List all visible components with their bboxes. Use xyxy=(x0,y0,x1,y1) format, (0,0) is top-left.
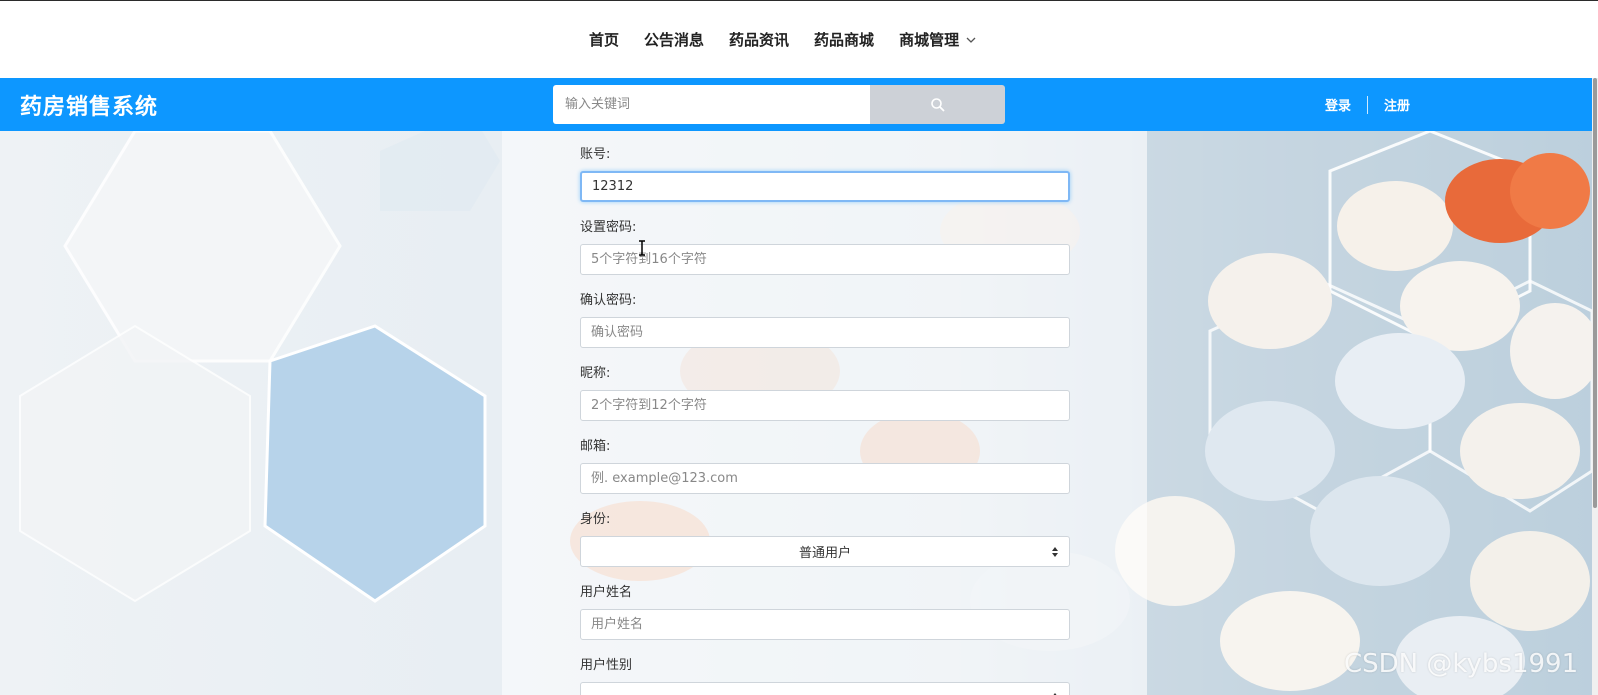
text-cursor-icon xyxy=(639,240,645,256)
nav-item-mall-management[interactable]: 商城管理 xyxy=(899,29,977,50)
select-arrows-icon xyxy=(1052,547,1058,557)
auth-links: 登录 注册 xyxy=(1325,95,1410,114)
auth-divider xyxy=(1367,95,1369,114)
role-label: 身份: xyxy=(580,512,611,527)
brand-title: 药房销售系统 xyxy=(20,95,159,120)
nav-item-announcements[interactable]: 公告消息 xyxy=(644,29,704,50)
search-input[interactable] xyxy=(553,85,870,124)
header-bar: 药房销售系统 登录 注册 xyxy=(0,78,1592,131)
account-input[interactable] xyxy=(580,171,1070,202)
page: 首页 公告消息 药品资讯 药品商城 商城管理 药房销售系统 登录 xyxy=(0,0,1598,695)
nav-menu: 首页 公告消息 药品资讯 药品商城 商城管理 xyxy=(589,29,1002,50)
search-bar xyxy=(553,85,1005,124)
role-select[interactable]: 普通用户 xyxy=(580,536,1070,567)
nickname-input[interactable] xyxy=(580,390,1070,421)
register-form: 账号: 设置密码: 确认密码: 昵称: 邮箱: 身份: 普通用户 用户姓名 用户… xyxy=(580,145,1070,695)
chevron-down-icon xyxy=(966,37,976,43)
login-link[interactable]: 登录 xyxy=(1325,95,1351,114)
nav-item-mall-management-label: 商城管理 xyxy=(899,31,960,49)
real-name-input[interactable] xyxy=(580,609,1070,640)
scrollbar-thumb[interactable] xyxy=(1593,78,1597,508)
watermark: CSDN @kybs1991 xyxy=(1344,649,1579,679)
email-input[interactable] xyxy=(580,463,1070,494)
search-icon xyxy=(930,97,945,112)
password-label: 设置密码: xyxy=(580,220,637,235)
confirm-password-input[interactable] xyxy=(580,317,1070,348)
nav-item-drug-mall[interactable]: 药品商城 xyxy=(814,29,874,50)
page-scrollbar[interactable] xyxy=(1592,78,1598,695)
nav-item-drug-news[interactable]: 药品资讯 xyxy=(729,29,789,50)
gender-label: 用户性别 xyxy=(580,658,633,673)
nav-item-home[interactable]: 首页 xyxy=(589,29,619,50)
nickname-label: 昵称: xyxy=(580,366,611,381)
search-button[interactable] xyxy=(870,85,1005,124)
top-navigation: 首页 公告消息 药品资讯 药品商城 商城管理 xyxy=(0,0,1598,78)
email-label: 邮箱: xyxy=(580,439,611,454)
confirm-password-label: 确认密码: xyxy=(580,293,637,308)
role-select-value: 普通用户 xyxy=(798,546,851,561)
gender-select[interactable] xyxy=(580,682,1070,695)
password-input[interactable] xyxy=(580,244,1070,275)
account-label: 账号: xyxy=(580,147,611,162)
register-link[interactable]: 注册 xyxy=(1384,95,1410,114)
real-name-label: 用户姓名 xyxy=(580,585,633,600)
